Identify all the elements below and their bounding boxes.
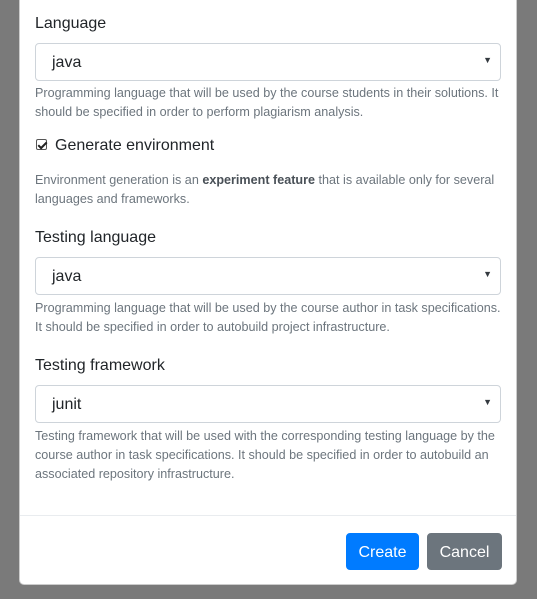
create-button[interactable]: Create [346, 533, 419, 570]
testing-language-select[interactable]: java ▼ [35, 257, 501, 295]
caret-down-icon: ▼ [483, 269, 492, 279]
testing-framework-help-text: Testing framework that will be used with… [35, 429, 495, 481]
testing-language-help-text: Programming language that will be used b… [35, 301, 501, 334]
generate-environment-label[interactable]: Generate environment [55, 137, 214, 155]
testing-language-select-value: java [52, 268, 82, 285]
testing-framework-select-value: junit [52, 396, 82, 413]
modal-footer-divider [20, 515, 516, 516]
testing-language-label: Testing language [35, 229, 156, 246]
language-help-text: Programming language that will be used b… [35, 86, 499, 119]
testing-framework-label: Testing framework [35, 357, 165, 374]
language-select-value: java [52, 54, 82, 71]
language-label: Language [35, 15, 107, 32]
generate-environment-help-text: Environment generation is an experiment … [35, 171, 505, 209]
help-prefix: Environment generation is an [35, 173, 203, 187]
language-select[interactable]: java ▼ [35, 43, 501, 81]
testing-framework-select[interactable]: junit ▼ [35, 385, 501, 423]
caret-down-icon: ▼ [483, 55, 492, 65]
cancel-button[interactable]: Cancel [427, 533, 502, 570]
help-bold: experiment feature [202, 173, 316, 187]
caret-down-icon: ▼ [483, 397, 492, 407]
create-course-modal: Language java ▼ Programming language tha… [19, 0, 517, 585]
checkbox-checked-icon[interactable] [36, 139, 47, 150]
